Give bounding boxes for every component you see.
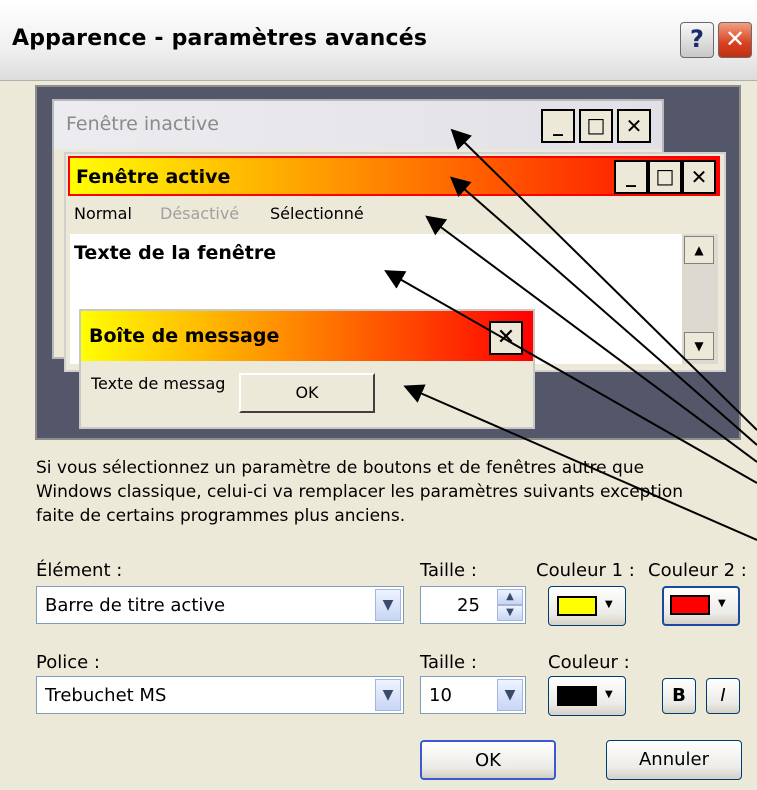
font-color-swatch — [557, 686, 597, 706]
ok-button[interactable]: OK — [420, 740, 556, 780]
color2-button[interactable]: ▼ — [662, 586, 740, 626]
advanced-appearance-dialog: Apparence - paramètres avancés ? ✕ Fenêt… — [0, 0, 757, 790]
callout-arrows — [384, 128, 757, 541]
element-select[interactable]: Barre de titre active ▼ — [36, 586, 404, 624]
element-select-value: Barre de titre active — [45, 595, 226, 616]
chevron-down-icon[interactable]: ▼ — [375, 679, 401, 711]
arrow-menu — [425, 215, 757, 463]
arrow-active-title — [449, 176, 757, 446]
font-color-label: Couleur : — [548, 652, 630, 673]
info-text-line: faite de certains programmes plus ancien… — [36, 506, 406, 526]
bold-button[interactable]: B — [662, 678, 696, 714]
element-label: Élément : — [36, 560, 123, 581]
font-size-value: 10 — [429, 685, 452, 706]
chevron-down-icon: ▼ — [718, 598, 726, 609]
chevron-down-icon[interactable]: ▼ — [375, 589, 401, 621]
chevron-down-icon[interactable]: ▼ — [497, 679, 523, 711]
info-text-line: Si vous sélectionnez un paramètre de bou… — [36, 458, 645, 478]
font-size-label: Taille : — [420, 652, 477, 673]
color1-label: Couleur 1 : — [536, 560, 635, 581]
element-size-label: Taille : — [420, 560, 477, 581]
cancel-button[interactable]: Annuler — [606, 740, 742, 780]
chevron-down-icon: ▼ — [605, 599, 613, 610]
font-label: Police : — [36, 652, 100, 673]
spin-up-icon[interactable]: ▲ — [497, 589, 523, 605]
font-select[interactable]: Trebuchet MS ▼ — [36, 676, 404, 714]
font-select-value: Trebuchet MS — [45, 685, 167, 706]
chevron-down-icon: ▼ — [605, 689, 613, 700]
spin-down-icon[interactable]: ▼ — [497, 605, 523, 621]
font-color-button[interactable]: ▼ — [548, 676, 626, 716]
italic-button[interactable]: I — [706, 678, 740, 714]
arrow-window-text — [384, 270, 757, 484]
color1-swatch — [557, 596, 597, 616]
info-text-line: Windows classique, celui-ci va remplacer… — [36, 482, 684, 502]
color2-swatch — [670, 595, 710, 615]
arrow-inactive-title — [450, 128, 757, 431]
element-size-value: 25 — [457, 595, 480, 616]
element-size-spinner[interactable]: 25 ▲ ▼ — [420, 586, 526, 624]
color2-label: Couleur 2 : — [648, 560, 747, 581]
info-text: Si vous sélectionnez un paramètre de bou… — [36, 456, 746, 528]
color1-button[interactable]: ▼ — [548, 586, 626, 626]
font-size-select[interactable]: 10 ▼ — [420, 676, 526, 714]
